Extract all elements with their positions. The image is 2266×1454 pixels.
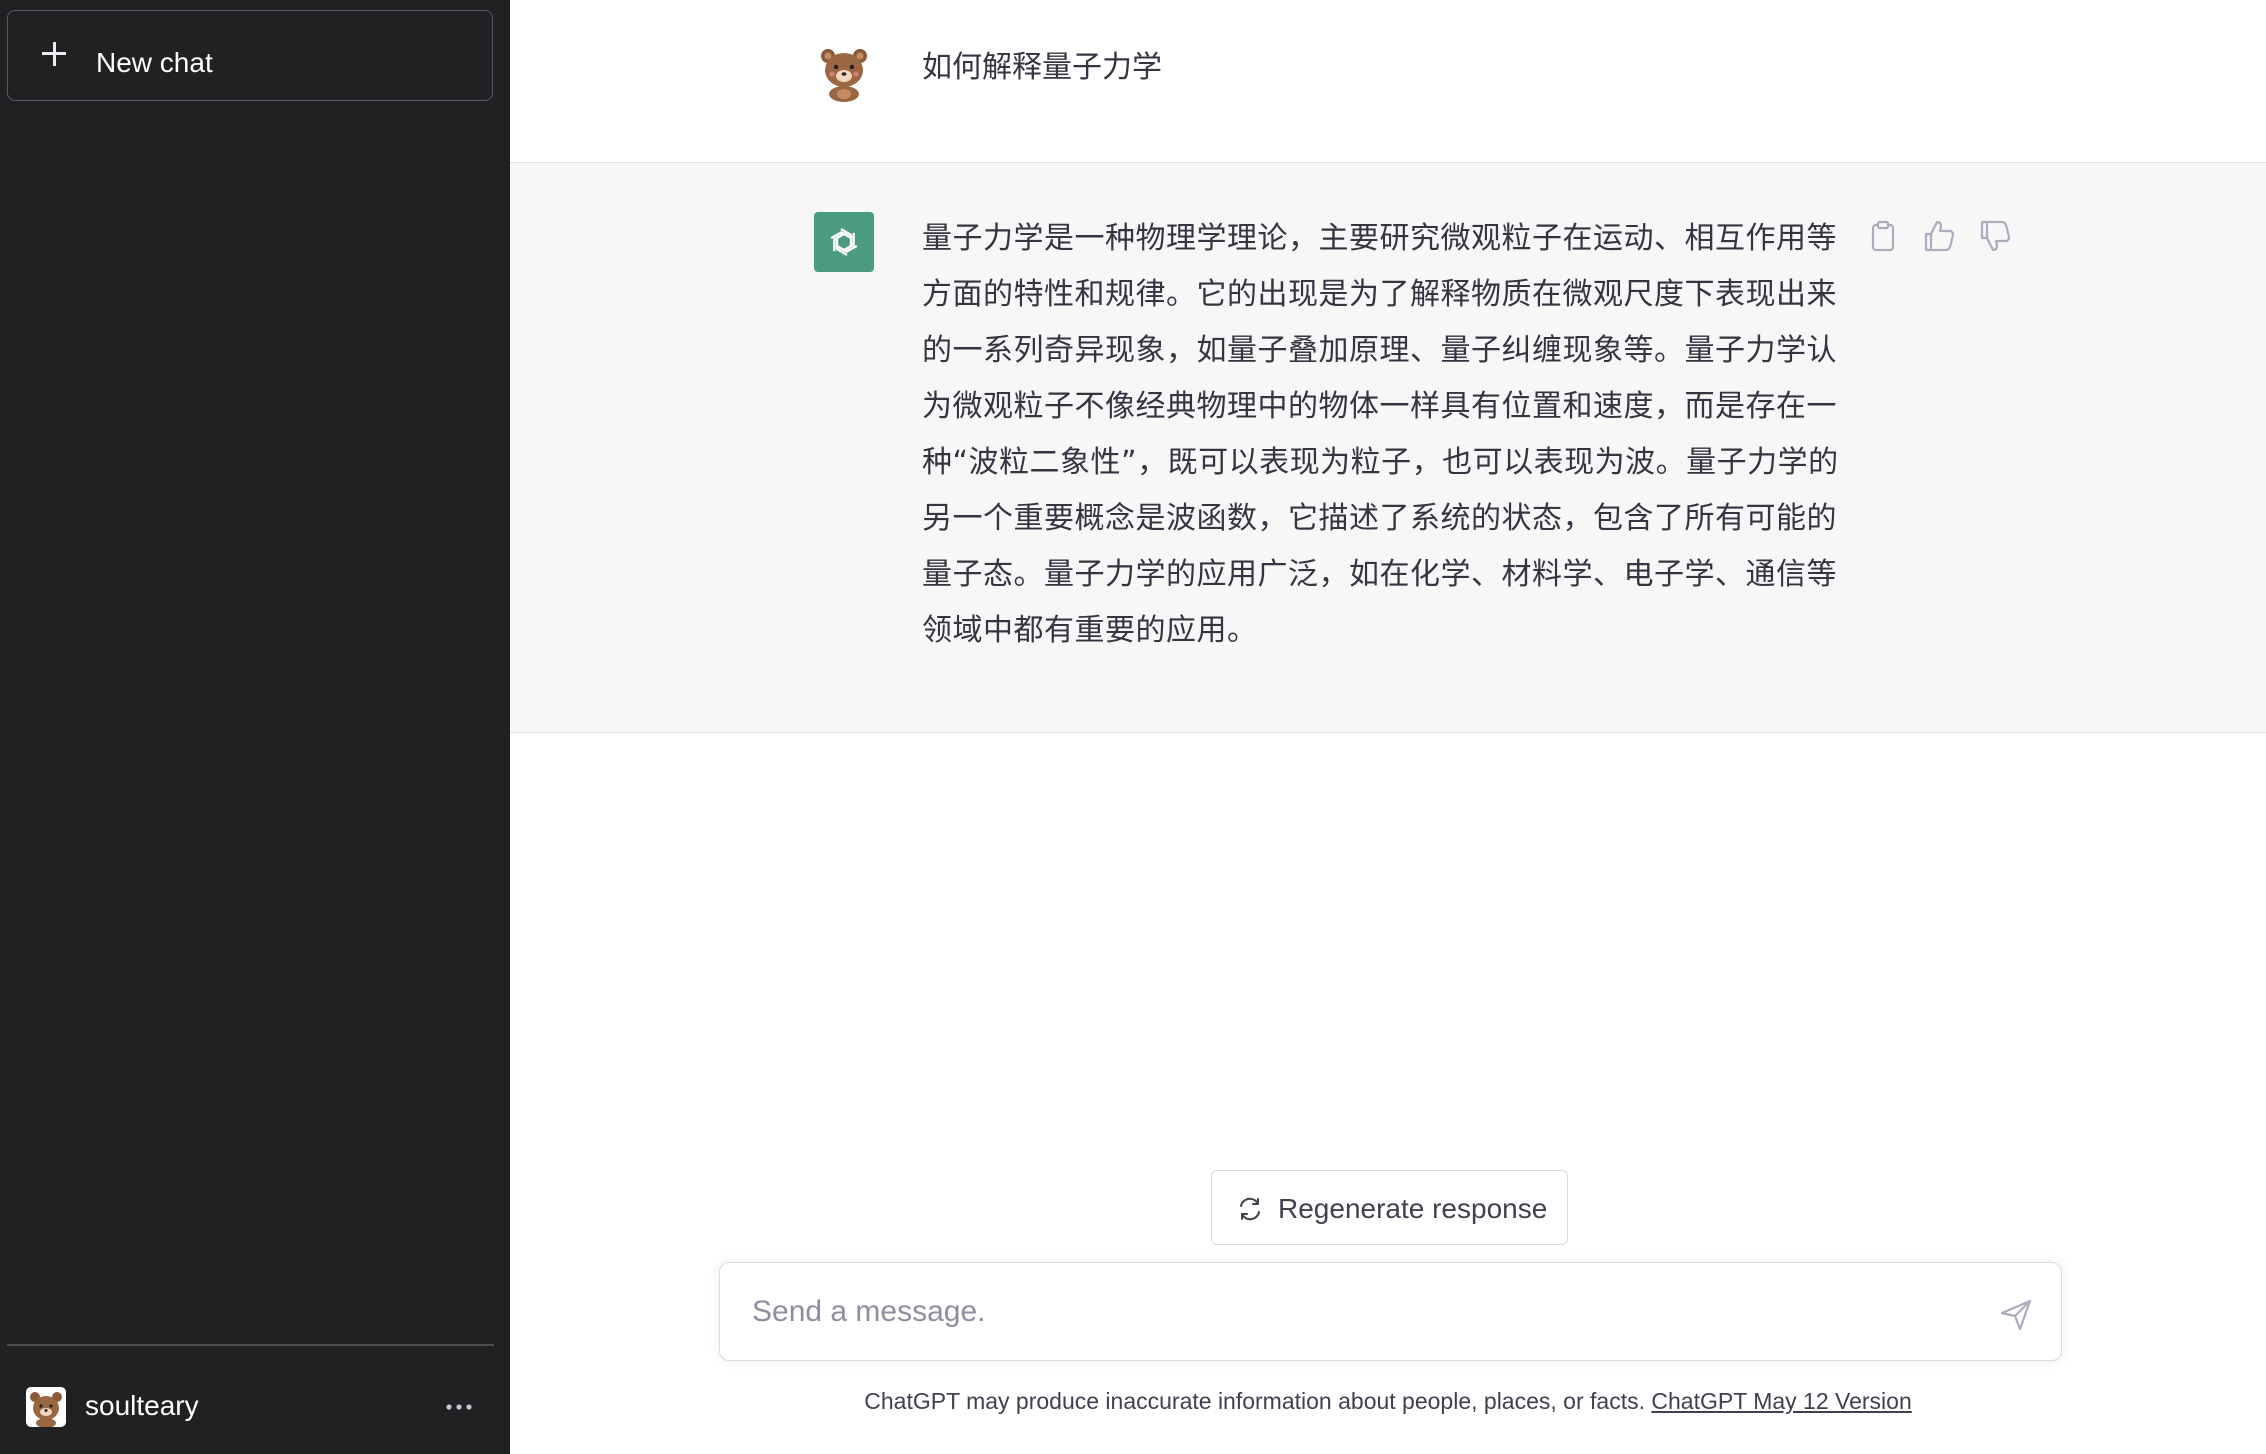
- user-name: soulteary: [85, 1390, 199, 1421]
- user-menu[interactable]: soulteary: [7, 1366, 494, 1446]
- regenerate-response-button[interactable]: Regenerate response: [1211, 1170, 1568, 1245]
- sidebar-divider: [7, 1344, 494, 1346]
- message-input[interactable]: [750, 1285, 1950, 1339]
- assistant-message-row: 量子力学是一种物理学理论，主要研究微观粒子在运动、相互作用等方面的特性和规律。它…: [510, 163, 2266, 733]
- user-avatar: [26, 1387, 66, 1427]
- disclaimer-text: ChatGPT may produce inaccurate informati…: [864, 1388, 1652, 1414]
- message-composer: [719, 1262, 2062, 1361]
- main-panel: 如何解释量子力学 量子力学是一种物理学理论，主要研究微观粒子在运动、相互作用等方…: [510, 0, 2266, 1454]
- new-chat-button[interactable]: New chat: [7, 10, 493, 101]
- thumbs-down-icon[interactable]: [1976, 217, 2014, 255]
- copy-icon[interactable]: [1864, 217, 1902, 255]
- user-message-text: 如何解释量子力学: [922, 50, 1162, 85]
- send-icon[interactable]: [1996, 1295, 2036, 1333]
- thumbs-up-icon[interactable]: [1920, 217, 1958, 255]
- footer-disclaimer: ChatGPT may produce inaccurate informati…: [510, 1388, 2266, 1416]
- regenerate-label: Regenerate response: [1278, 1193, 1548, 1224]
- user-message-row: 如何解释量子力学: [510, 0, 2266, 163]
- plus-icon: [42, 41, 66, 66]
- assistant-message-text: 量子力学是一种物理学理论，主要研究微观粒子在运动、相互作用等方面的特性和规律。它…: [922, 221, 1839, 648]
- sidebar: New chat soulteary: [0, 0, 510, 1454]
- chatgpt-logo-icon: [814, 212, 874, 272]
- version-link[interactable]: ChatGPT May 12 Version: [1651, 1388, 1911, 1414]
- bear-avatar: [814, 42, 874, 102]
- chat-app: New chat soulteary 如何解释量子力学 量子力学是一种物理学理论…: [0, 0, 2266, 1454]
- new-chat-label: New chat: [96, 47, 213, 78]
- refresh-icon: [1236, 1195, 1264, 1223]
- message-actions: [1864, 217, 2024, 257]
- more-options-icon[interactable]: [439, 1392, 479, 1422]
